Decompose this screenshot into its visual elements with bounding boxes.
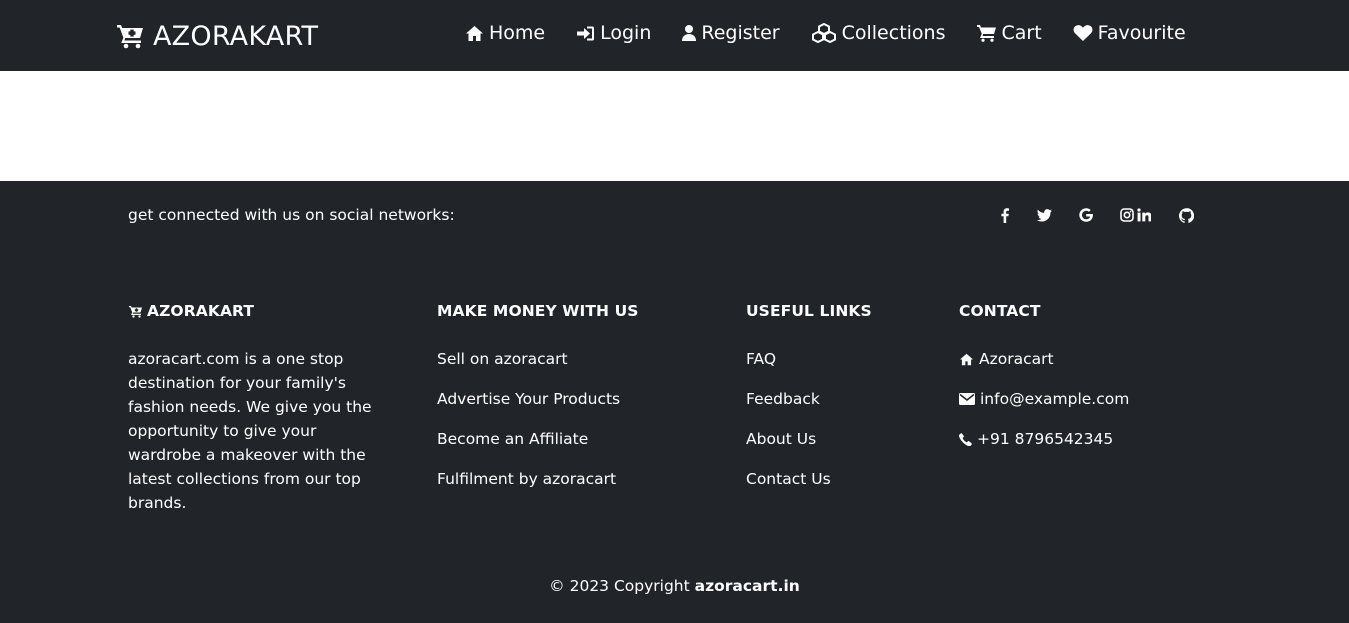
footer-money-title: MAKE MONEY WITH US (437, 302, 639, 320)
main-content (0, 71, 1349, 181)
user-icon (682, 24, 697, 42)
cubes-icon (811, 23, 837, 43)
nav-home-label: Home (489, 22, 546, 44)
copyright-site-link[interactable]: azoracart.in (695, 577, 800, 595)
contact-us-link[interactable]: Contact Us (746, 467, 872, 507)
footer-contact-title: CONTACT (959, 302, 1041, 320)
brand-logo-link[interactable]: AZORAKART (116, 17, 318, 55)
footer-about-text: azoracart.com is a one stop destination … (128, 350, 372, 512)
phone-icon (959, 427, 972, 451)
footer-useful-links: FAQ Feedback About Us Contact Us (746, 347, 872, 507)
social-icons (996, 207, 1194, 223)
nav-home-link[interactable]: Home (465, 22, 545, 44)
nav-login-link[interactable]: Login (576, 22, 651, 44)
contact-phone-text: +91 8796542345 (977, 430, 1114, 448)
nav-cart-link[interactable]: Cart (976, 22, 1042, 44)
cart-plus-icon (116, 23, 146, 49)
github-icon[interactable] (1178, 207, 1194, 223)
footer-brand-name: AZORAKART (147, 302, 255, 320)
copyright: © 2023 Copyright azoracart.in (0, 577, 1349, 595)
footer-about-column: AZORAKART azoracart.com is a one stop de… (128, 301, 388, 531)
brand-name: AZORAKART (153, 20, 319, 52)
fulfilment-link[interactable]: Fulfilment by azoracart (437, 467, 639, 507)
feedback-link[interactable]: Feedback (746, 387, 872, 427)
nav-collections-label: Collections (841, 22, 946, 44)
nav-cart-label: Cart (1001, 22, 1042, 44)
footer-money-links: Sell on azoracart Advertise Your Product… (437, 347, 639, 507)
affiliate-link[interactable]: Become an Affiliate (437, 427, 639, 467)
google-icon[interactable] (1078, 207, 1094, 223)
footer-contact-column: CONTACT Azoracart info@example.com +91 8… (959, 301, 1129, 483)
contact-address: Azoracart (959, 347, 1129, 387)
nav-collections-link[interactable]: Collections (811, 22, 946, 44)
sell-link[interactable]: Sell on azoracart (437, 347, 639, 387)
twitter-icon[interactable] (1036, 207, 1052, 223)
sign-in-icon (576, 25, 595, 42)
navbar: AZORAKART Home Login Register Collection… (0, 0, 1349, 71)
cart-icon (976, 24, 997, 42)
home-icon (959, 347, 974, 371)
cart-plus-icon (128, 305, 144, 318)
footer-about-title: AZORAKART (128, 301, 388, 321)
footer-useful-title: USEFUL LINKS (746, 302, 872, 320)
envelope-icon (959, 387, 975, 411)
nav-favourite-label: Favourite (1097, 22, 1186, 44)
contact-email-text: info@example.com (980, 390, 1130, 408)
about-us-link[interactable]: About Us (746, 427, 872, 467)
advertise-link[interactable]: Advertise Your Products (437, 387, 639, 427)
instagram-icon[interactable] (1120, 207, 1134, 223)
footer-useful-column: USEFUL LINKS FAQ Feedback About Us Conta… (746, 301, 872, 523)
contact-phone: +91 8796542345 (959, 427, 1129, 467)
social-networks-text: get connected with us on social networks… (128, 206, 455, 224)
copyright-text: © 2023 Copyright (549, 577, 695, 595)
linkedin-icon[interactable] (1137, 207, 1151, 223)
nav-login-label: Login (600, 22, 652, 44)
nav-register-label: Register (701, 22, 780, 44)
faq-link[interactable]: FAQ (746, 347, 872, 387)
contact-email: info@example.com (959, 387, 1129, 427)
contact-address-text: Azoracart (979, 350, 1054, 368)
footer-contact-list: Azoracart info@example.com +91 879654234… (959, 347, 1129, 467)
nav-favourite-link[interactable]: Favourite (1073, 22, 1186, 44)
footer: get connected with us on social networks… (0, 181, 1349, 623)
facebook-icon[interactable] (996, 207, 1014, 223)
footer-money-column: MAKE MONEY WITH US Sell on azoracart Adv… (437, 301, 639, 523)
heart-icon (1073, 24, 1093, 42)
nav-register-link[interactable]: Register (682, 22, 780, 44)
home-icon (465, 25, 484, 42)
main-nav: Home Login Register Collections Cart Fav… (465, 18, 1186, 48)
